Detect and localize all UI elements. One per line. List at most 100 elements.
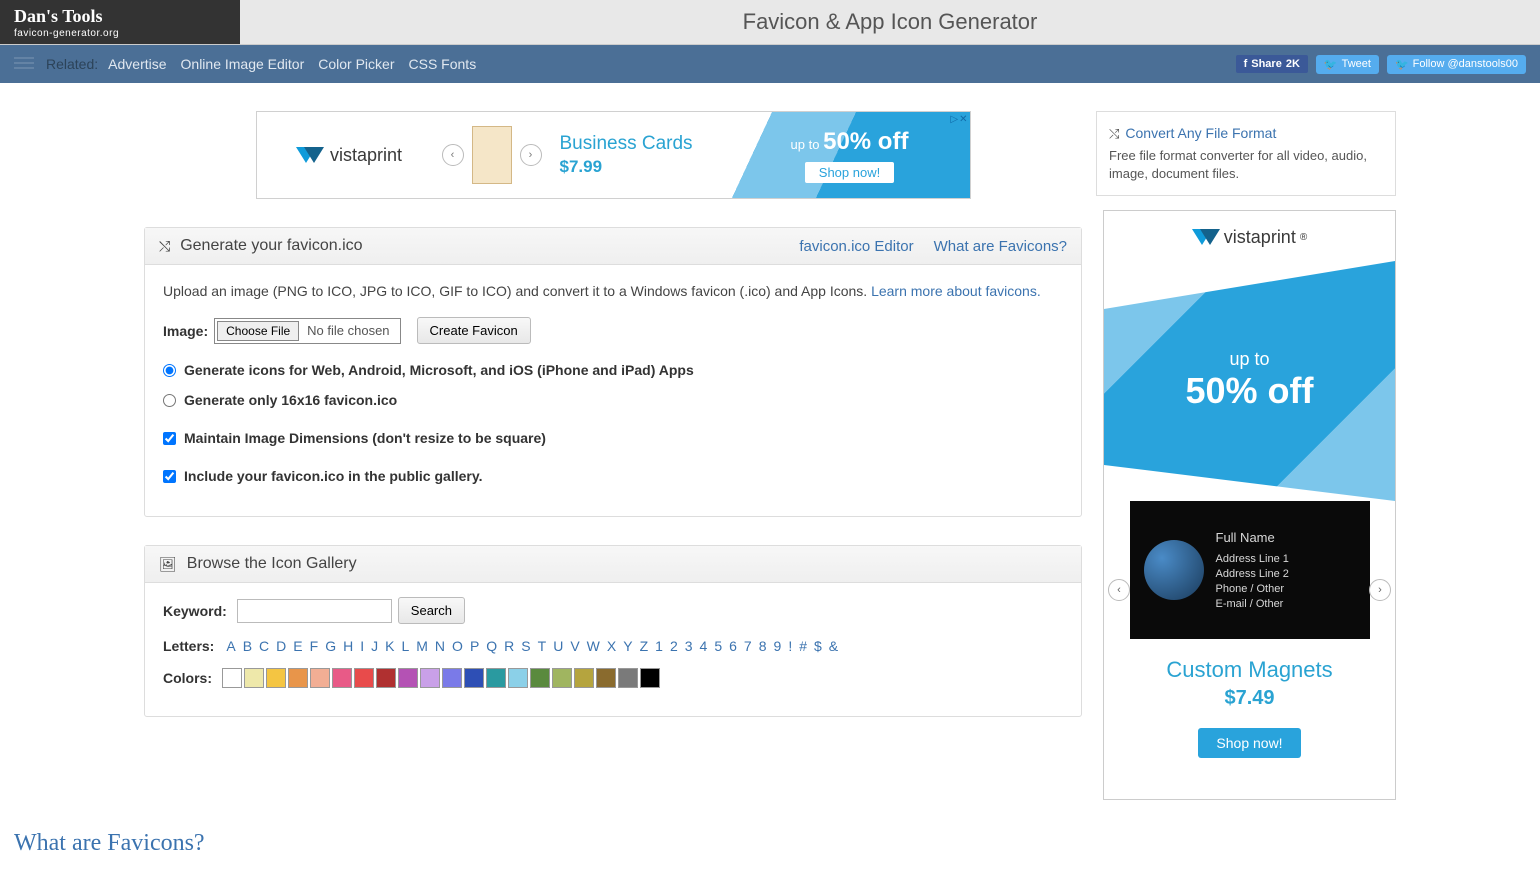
letter-link[interactable]: # — [797, 638, 809, 654]
letter-link[interactable]: D — [274, 638, 288, 654]
facebook-icon: f — [1244, 58, 1248, 70]
favicon-editor-link[interactable]: favicon.ico Editor — [799, 238, 913, 255]
checkbox-public-gallery[interactable] — [163, 470, 176, 483]
radio-all-icons-label[interactable]: Generate icons for Web, Android, Microso… — [184, 362, 694, 378]
shuffle-icon: ⤭ — [1109, 126, 1119, 141]
ad-next-button[interactable]: › — [520, 144, 542, 166]
letter-link[interactable]: I — [358, 638, 366, 654]
letter-link[interactable]: V — [568, 638, 581, 654]
color-swatch[interactable] — [354, 668, 374, 688]
color-swatch[interactable] — [464, 668, 484, 688]
logo-box[interactable]: Dan's Tools favicon-generator.org — [0, 0, 240, 44]
side-ad-prev-button[interactable]: ‹ — [1108, 579, 1130, 601]
color-swatch[interactable] — [332, 668, 352, 688]
color-swatch[interactable] — [618, 668, 638, 688]
color-swatch[interactable] — [376, 668, 396, 688]
letter-link[interactable]: R — [502, 638, 516, 654]
what-are-favicons-link[interactable]: What are Favicons? — [934, 238, 1067, 255]
choose-file-button[interactable]: Choose File — [217, 321, 299, 341]
search-button[interactable]: Search — [398, 597, 465, 624]
learn-more-link[interactable]: Learn more about favicons. — [871, 283, 1041, 299]
radio-16x16-label[interactable]: Generate only 16x16 favicon.ico — [184, 392, 397, 408]
letter-link[interactable]: M — [414, 638, 430, 654]
letter-link[interactable]: B — [241, 638, 254, 654]
letter-link[interactable]: J — [369, 638, 380, 654]
file-input[interactable]: Choose File No file chosen — [214, 318, 400, 344]
ad-prev-button[interactable]: ‹ — [442, 144, 464, 166]
letter-link[interactable]: F — [308, 638, 321, 654]
nav-link-css-fonts[interactable]: CSS Fonts — [409, 56, 477, 72]
letter-link[interactable]: N — [433, 638, 447, 654]
letter-link[interactable]: 7 — [742, 638, 754, 654]
facebook-share-button[interactable]: f Share 2K — [1236, 55, 1308, 73]
color-swatch[interactable] — [530, 668, 550, 688]
nav-link-image-editor[interactable]: Online Image Editor — [181, 56, 305, 72]
color-swatch[interactable] — [442, 668, 462, 688]
letter-link[interactable]: H — [341, 638, 355, 654]
letter-link[interactable]: 2 — [668, 638, 680, 654]
letter-link[interactable]: X — [605, 638, 618, 654]
checkbox-maintain-label[interactable]: Maintain Image Dimensions (don't resize … — [184, 430, 546, 446]
letter-link[interactable]: W — [585, 638, 602, 654]
letter-link[interactable]: C — [257, 638, 271, 654]
radio-16x16[interactable] — [163, 394, 176, 407]
color-swatch[interactable] — [398, 668, 418, 688]
color-swatch[interactable] — [288, 668, 308, 688]
side-ad-shop-button[interactable]: Shop now! — [1198, 728, 1300, 758]
color-swatch[interactable] — [222, 668, 242, 688]
letter-link[interactable]: ! — [786, 638, 794, 654]
letter-link[interactable]: & — [827, 638, 840, 654]
side-ad[interactable]: ▷✕ vistaprint ® up to 50% off Full Name … — [1103, 210, 1396, 800]
color-swatch[interactable] — [640, 668, 660, 688]
letter-link[interactable]: 1 — [653, 638, 665, 654]
logo-title: Dan's Tools — [14, 6, 240, 27]
letter-link[interactable]: L — [399, 638, 411, 654]
ad-close-icon[interactable]: ▷✕ — [950, 114, 967, 125]
color-swatch[interactable] — [574, 668, 594, 688]
convert-link[interactable]: Convert Any File Format — [1125, 125, 1276, 141]
nav-link-advertise[interactable]: Advertise — [108, 56, 166, 72]
side-ad-card: Full Name Address Line 1 Address Line 2 … — [1130, 501, 1370, 639]
ad-shop-button[interactable]: Shop now! — [805, 162, 894, 183]
letter-link[interactable]: Y — [621, 638, 634, 654]
letter-link[interactable]: 4 — [698, 638, 710, 654]
letter-link[interactable]: O — [450, 638, 465, 654]
twitter-tweet-button[interactable]: 🐦 Tweet — [1316, 55, 1379, 74]
top-ad-banner[interactable]: vistaprint ‹ › Business Cards $7.99 up t… — [256, 111, 971, 199]
color-swatch[interactable] — [486, 668, 506, 688]
color-swatch[interactable] — [552, 668, 572, 688]
letter-link[interactable]: $ — [812, 638, 824, 654]
color-swatch[interactable] — [266, 668, 286, 688]
radio-all-icons[interactable] — [163, 364, 176, 377]
create-favicon-button[interactable]: Create Favicon — [417, 317, 531, 344]
letter-link[interactable]: K — [383, 638, 396, 654]
nav-link-color-picker[interactable]: Color Picker — [318, 56, 394, 72]
side-ad-offer-prefix: up to — [1185, 349, 1313, 370]
letter-link[interactable]: A — [224, 638, 237, 654]
menu-icon[interactable] — [14, 57, 34, 71]
checkbox-maintain-dimensions[interactable] — [163, 432, 176, 445]
letter-link[interactable]: 5 — [712, 638, 724, 654]
letter-link[interactable]: 8 — [757, 638, 769, 654]
letter-link[interactable]: S — [519, 638, 532, 654]
letter-link[interactable]: 3 — [683, 638, 695, 654]
letter-link[interactable]: Q — [484, 638, 499, 654]
color-swatch[interactable] — [244, 668, 264, 688]
letter-link[interactable]: E — [291, 638, 304, 654]
letter-link[interactable]: G — [323, 638, 338, 654]
twitter-follow-button[interactable]: 🐦 Follow @danstools00 — [1387, 55, 1526, 74]
color-swatch[interactable] — [596, 668, 616, 688]
color-swatch[interactable] — [508, 668, 528, 688]
letter-link[interactable]: Z — [638, 638, 651, 654]
keyword-input[interactable] — [237, 599, 392, 623]
side-ad-next-button[interactable]: › — [1369, 579, 1391, 601]
letter-link[interactable]: 6 — [727, 638, 739, 654]
letter-link[interactable]: P — [468, 638, 481, 654]
letter-link[interactable]: 9 — [772, 638, 784, 654]
letter-link[interactable]: U — [551, 638, 565, 654]
color-swatch[interactable] — [310, 668, 330, 688]
color-swatch[interactable] — [420, 668, 440, 688]
letter-link[interactable]: T — [536, 638, 549, 654]
side-ad-title: Custom Magnets — [1104, 657, 1395, 683]
checkbox-gallery-label[interactable]: Include your favicon.ico in the public g… — [184, 468, 482, 484]
